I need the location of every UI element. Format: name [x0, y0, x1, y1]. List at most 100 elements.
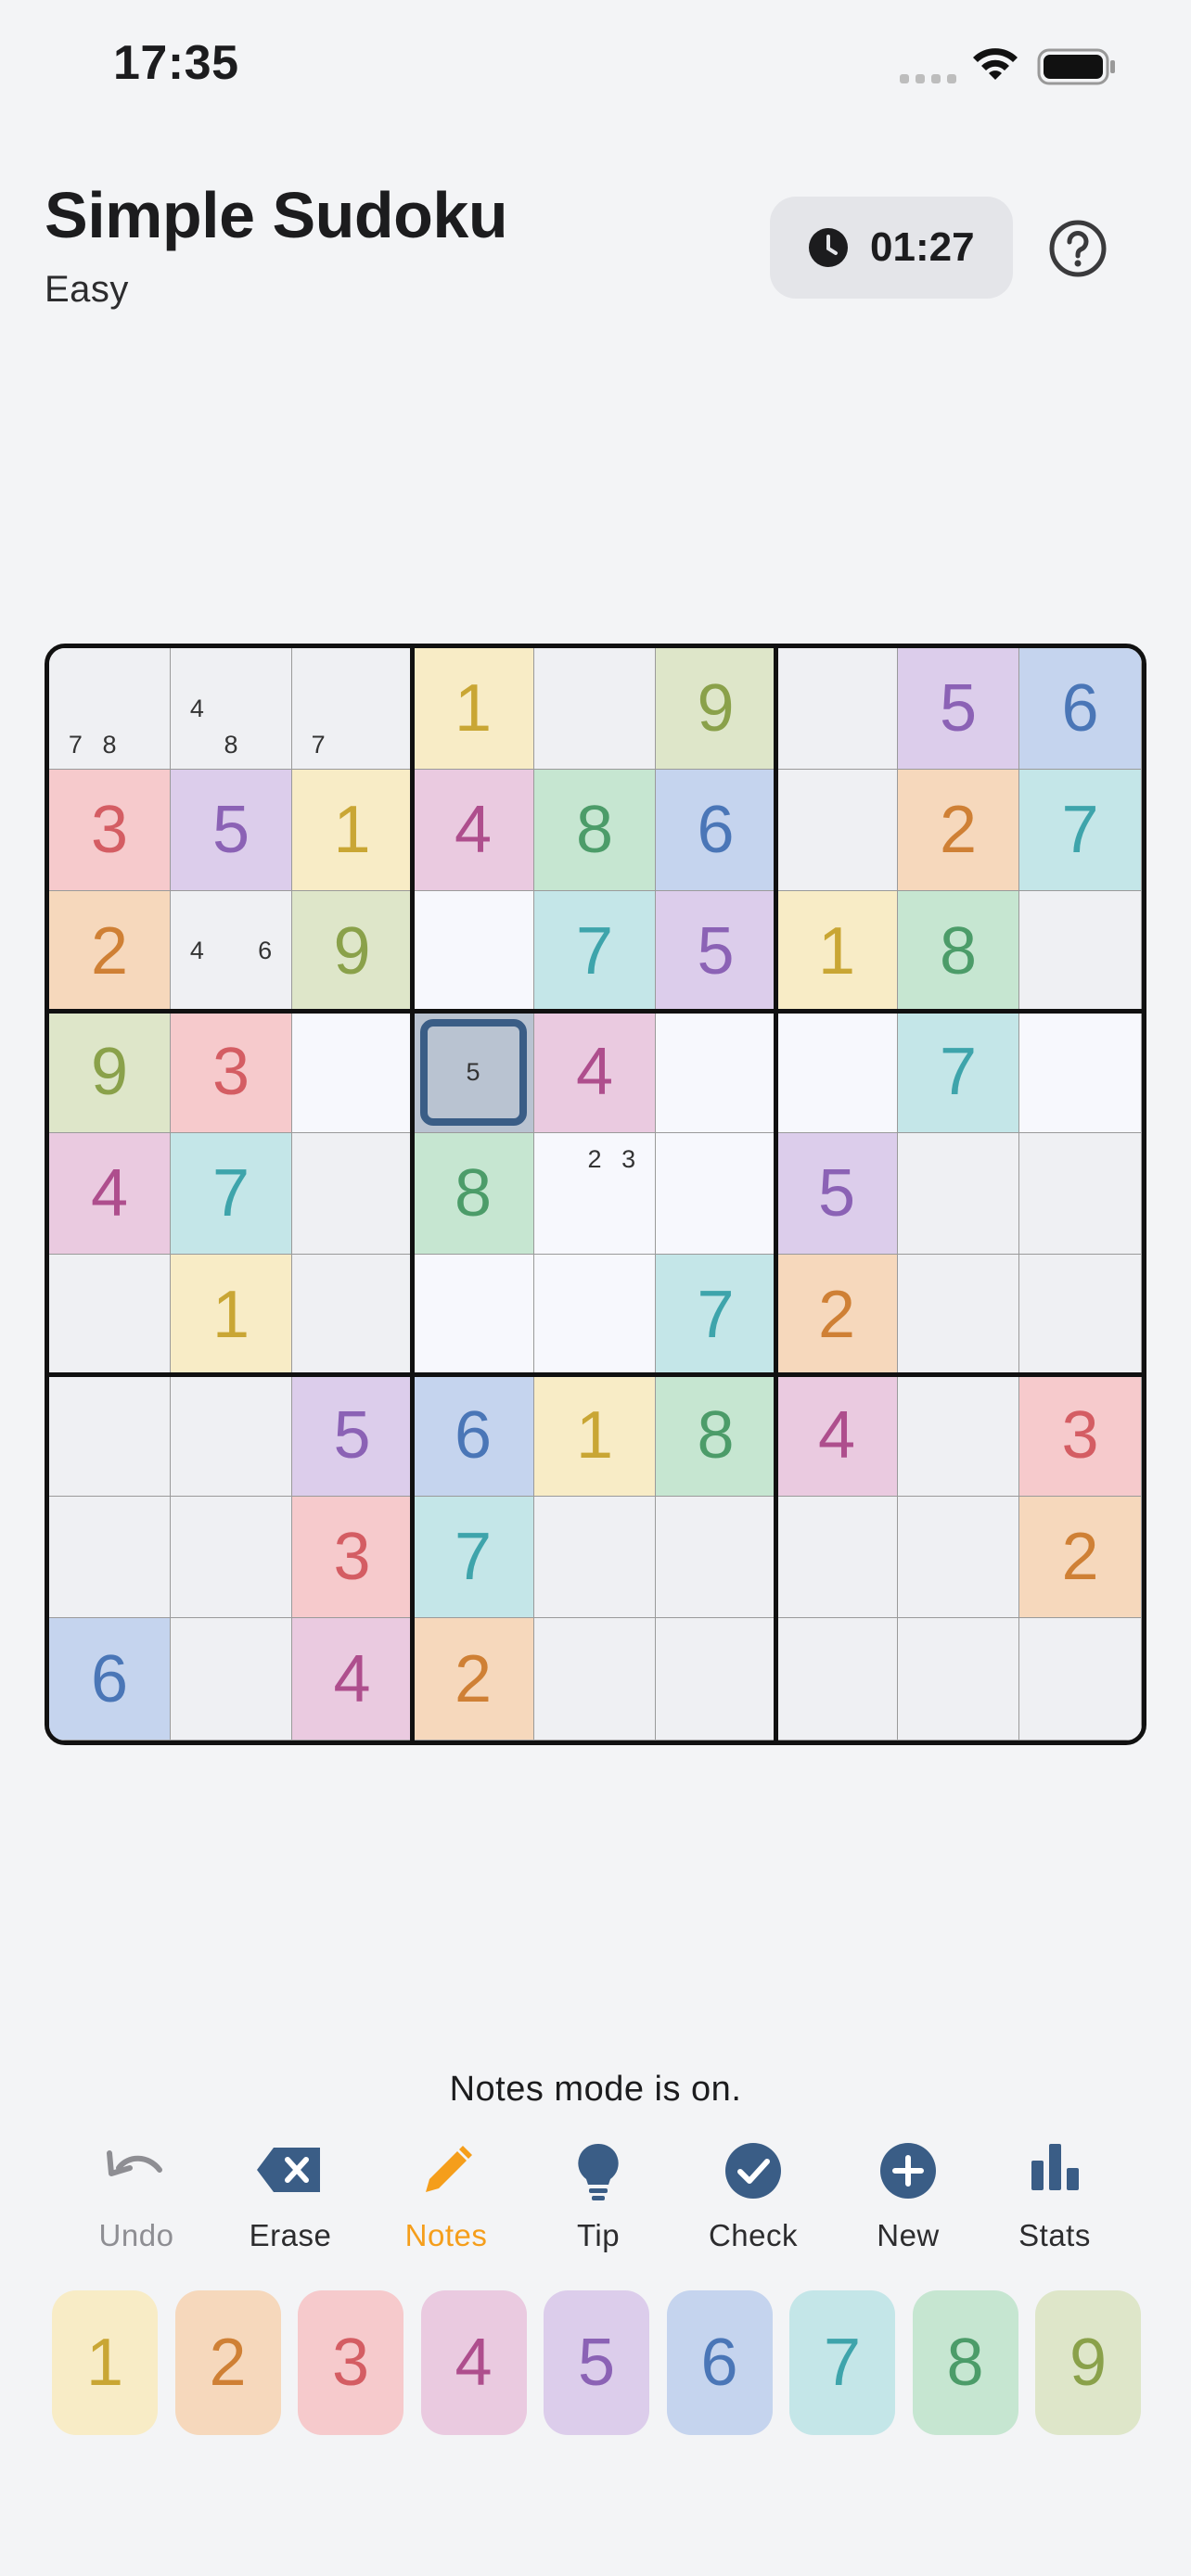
sudoku-cell[interactable]	[534, 648, 656, 770]
timer-pill[interactable]: 01:27	[770, 197, 1013, 299]
sudoku-cell[interactable]: 7	[1019, 770, 1142, 891]
sudoku-cell[interactable]: 2	[898, 770, 1019, 891]
sudoku-cell[interactable]	[898, 1497, 1019, 1618]
sudoku-cell[interactable]	[1019, 891, 1142, 1012]
sudoku-cell[interactable]	[534, 1618, 656, 1741]
sudoku-cell[interactable]	[656, 1133, 776, 1255]
sudoku-cell[interactable]: 48	[171, 648, 292, 770]
sudoku-cell[interactable]: 3	[171, 1012, 292, 1133]
number-key-2[interactable]: 2	[174, 2290, 281, 2435]
sudoku-cell[interactable]: 3	[292, 1497, 413, 1618]
sudoku-cell[interactable]: 1	[776, 891, 898, 1012]
sudoku-cell[interactable]: 9	[49, 1012, 171, 1133]
sudoku-cell[interactable]: 2	[413, 1618, 534, 1741]
sudoku-cell[interactable]: 9	[656, 648, 776, 770]
sudoku-cell[interactable]: 7	[656, 1255, 776, 1375]
sudoku-cell[interactable]: 8	[413, 1133, 534, 1255]
sudoku-cell[interactable]: 1	[413, 648, 534, 770]
number-key-1[interactable]: 1	[52, 2290, 158, 2435]
sudoku-cell[interactable]: 46	[171, 891, 292, 1012]
sudoku-cell[interactable]	[1019, 1255, 1142, 1375]
sudoku-cell[interactable]	[49, 1497, 171, 1618]
sudoku-cell[interactable]: 7	[292, 648, 413, 770]
sudoku-cell[interactable]	[1019, 1012, 1142, 1133]
sudoku-cell[interactable]	[898, 1133, 1019, 1255]
sudoku-cell[interactable]	[171, 1618, 292, 1741]
sudoku-cell[interactable]: 4	[776, 1375, 898, 1497]
sudoku-cell[interactable]: 7	[898, 1012, 1019, 1133]
help-icon[interactable]	[1048, 219, 1108, 278]
number-key-4[interactable]: 4	[420, 2290, 527, 2435]
sudoku-cell[interactable]: 7	[171, 1133, 292, 1255]
sudoku-cell[interactable]: 7	[413, 1497, 534, 1618]
sudoku-cell[interactable]: 1	[292, 770, 413, 891]
sudoku-cell[interactable]	[898, 1375, 1019, 1497]
undo-icon	[107, 2150, 162, 2176]
undo-button[interactable]: Undo	[67, 2133, 206, 2263]
sudoku-cell[interactable]: 9	[292, 891, 413, 1012]
sudoku-cell[interactable]: 2	[1019, 1497, 1142, 1618]
sudoku-cell[interactable]	[776, 1618, 898, 1741]
sudoku-cell[interactable]: 8	[534, 770, 656, 891]
sudoku-cell[interactable]	[292, 1133, 413, 1255]
sudoku-cell[interactable]	[292, 1255, 413, 1375]
sudoku-cell[interactable]: 5	[776, 1133, 898, 1255]
number-key-5[interactable]: 5	[544, 2290, 649, 2435]
sudoku-cell[interactable]	[898, 1255, 1019, 1375]
sudoku-cell[interactable]: 4	[413, 770, 534, 891]
sudoku-cell[interactable]	[776, 648, 898, 770]
notes-button[interactable]: Notes	[377, 2133, 516, 2263]
sudoku-cell[interactable]: 6	[1019, 648, 1142, 770]
stats-button[interactable]: Stats	[985, 2133, 1124, 2263]
sudoku-cell[interactable]	[413, 1255, 534, 1375]
sudoku-cell[interactable]	[171, 1375, 292, 1497]
sudoku-cell[interactable]: 8	[656, 1375, 776, 1497]
sudoku-cell[interactable]: 1	[171, 1255, 292, 1375]
sudoku-cell[interactable]	[534, 1497, 656, 1618]
sudoku-cell[interactable]	[656, 1618, 776, 1741]
sudoku-cell[interactable]: 6	[413, 1375, 534, 1497]
sudoku-cell[interactable]	[534, 1255, 656, 1375]
sudoku-cell[interactable]: 5	[656, 891, 776, 1012]
sudoku-cell[interactable]	[656, 1012, 776, 1133]
sudoku-cell[interactable]	[171, 1497, 292, 1618]
sudoku-cell[interactable]: 3	[49, 770, 171, 891]
tip-button[interactable]: Tip	[529, 2133, 668, 2263]
sudoku-cell[interactable]: 5	[171, 770, 292, 891]
sudoku-cell[interactable]: 1	[534, 1375, 656, 1497]
sudoku-cell[interactable]	[413, 891, 534, 1012]
number-key-7[interactable]: 7	[789, 2290, 895, 2435]
erase-button[interactable]: Erase	[221, 2133, 360, 2263]
sudoku-cell[interactable]	[898, 1618, 1019, 1741]
sudoku-cell[interactable]	[776, 770, 898, 891]
sudoku-cell[interactable]: 3	[1019, 1375, 1142, 1497]
check-button[interactable]: Check	[684, 2133, 823, 2263]
sudoku-cell[interactable]: 6	[656, 770, 776, 891]
sudoku-cell[interactable]: 5	[292, 1375, 413, 1497]
sudoku-cell[interactable]	[776, 1497, 898, 1618]
sudoku-cell[interactable]	[292, 1012, 413, 1133]
sudoku-cell[interactable]: 4	[534, 1012, 656, 1133]
number-key-6[interactable]: 6	[666, 2290, 773, 2435]
sudoku-cell[interactable]: 4	[49, 1133, 171, 1255]
sudoku-cell[interactable]: 5	[898, 648, 1019, 770]
sudoku-cell[interactable]: 8	[898, 891, 1019, 1012]
sudoku-cell[interactable]	[776, 1012, 898, 1133]
sudoku-cell[interactable]: 7	[534, 891, 656, 1012]
sudoku-cell[interactable]	[49, 1255, 171, 1375]
number-key-9[interactable]: 9	[1035, 2290, 1141, 2435]
sudoku-cell[interactable]	[656, 1497, 776, 1618]
sudoku-cell[interactable]: 6	[49, 1618, 171, 1741]
sudoku-cell[interactable]	[1019, 1133, 1142, 1255]
sudoku-cell[interactable]: 2	[776, 1255, 898, 1375]
sudoku-cell[interactable]: 78	[49, 648, 171, 770]
number-key-8[interactable]: 8	[912, 2290, 1018, 2435]
sudoku-cell[interactable]: 4	[292, 1618, 413, 1741]
sudoku-cell[interactable]: 23	[534, 1133, 656, 1255]
undo-label: Undo	[98, 2218, 174, 2252]
number-key-3[interactable]: 3	[298, 2290, 403, 2435]
sudoku-cell[interactable]	[49, 1375, 171, 1497]
sudoku-cell[interactable]: 2	[49, 891, 171, 1012]
new-game-button[interactable]: New	[839, 2133, 978, 2263]
sudoku-cell[interactable]	[1019, 1618, 1142, 1741]
